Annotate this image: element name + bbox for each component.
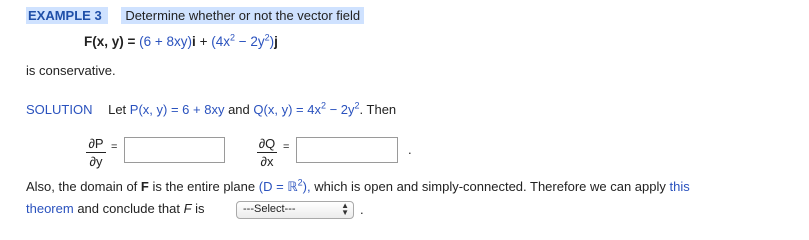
partials-period: . [408,142,412,157]
p-definition: P(x, y) = 6 + 8xy [129,102,225,117]
field-expr-q: (4x2 − 2y2) [211,32,275,49]
unit-vector-j: j [274,34,278,49]
then-text: . Then [359,102,397,117]
conclusion-line-1: Also, the domain of F is the entire plan… [26,177,690,194]
field-expr-p: (6 + 8xy) [139,34,193,49]
and-text: and [228,102,250,117]
plus-sign: + [195,34,212,49]
select-arrows-icon: ▲ ▼ [341,201,349,217]
vector-field: F(x, y) = (6 + 8xy)i + (4x2 − 2y2)j [84,32,278,49]
prompt-text: Determine whether or not the vector fiel… [121,7,365,24]
partial-y: ∂y [89,154,103,169]
domain-expr: (D = ℝ2), [258,177,311,194]
conclusion-select[interactable]: ---Select--- ▲ ▼ [236,201,354,219]
partial-p: ∂P [88,136,104,151]
partial-q-answer-input[interactable] [296,137,398,163]
theorem-link[interactable]: theorem [26,201,74,216]
let-text: Let [108,102,127,117]
partial-p-over-y: ∂P ∂y [86,136,106,169]
select-value: ---Select--- [243,203,296,215]
this-link[interactable]: this [670,179,690,194]
equals-sign-2: = [283,141,290,153]
solution-label: SOLUTION [26,102,93,117]
conclusion-period: . [360,202,364,217]
partial-x: ∂x [260,154,274,169]
partial-q: ∂Q [258,136,276,151]
q-definition: Q(x, y) = 4x2 − 2y2 [253,100,360,117]
example-label: EXAMPLE 3 [26,7,108,24]
partial-q-over-x: ∂Q ∂x [257,136,277,169]
field-lhs: F(x, y) = [84,34,140,49]
conservative-text: is conservative. [26,63,116,78]
equals-sign-1: = [111,141,118,153]
conclusion-line-2: theorem and conclude that F is [26,201,205,216]
partial-p-answer-input[interactable] [124,137,225,163]
solution-line: SOLUTION Let P(x, y) = 6 + 8xy and Q(x, … [26,100,397,117]
example-header: EXAMPLE 3 Determine whether or not the v… [26,7,365,24]
